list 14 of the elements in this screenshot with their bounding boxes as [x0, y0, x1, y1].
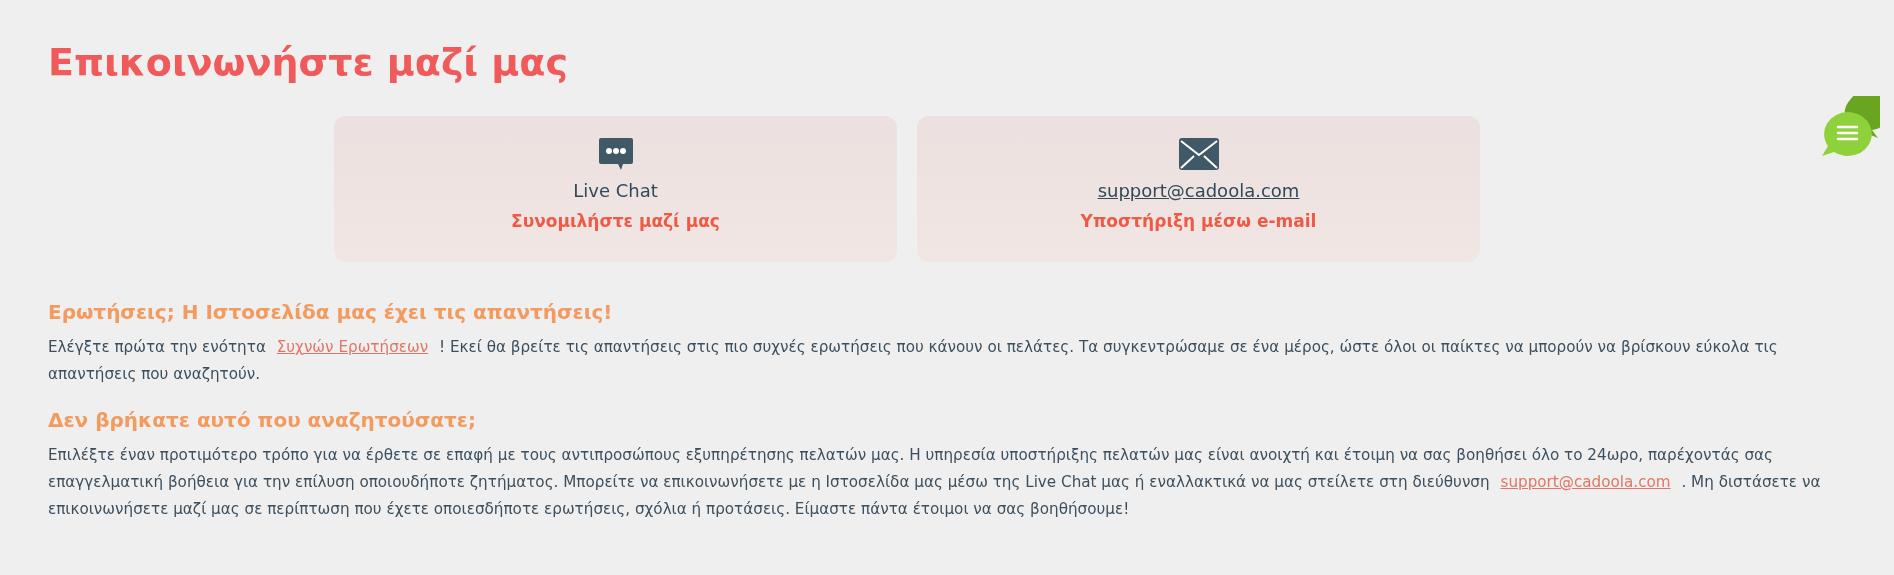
chat-widget-icon[interactable] [1820, 96, 1880, 158]
text-link[interactable]: support@cadoola.com [1500, 472, 1671, 491]
section-heading: Δεν βρήκατε αυτό που αναζητούσατε; [48, 407, 477, 432]
envelope-icon [1178, 137, 1219, 170]
section-heading: Ερωτήσεις; Η Ιστοσελίδα μας έχει τις απαντήσεις! [48, 299, 614, 324]
email-link[interactable]: support@cadoola.com [1097, 179, 1300, 201]
page-title: Επικοινωνήστε μαζί μας [48, 40, 569, 86]
text-link[interactable]: Συχνών Ερωτήσεων [276, 337, 429, 356]
card-caption: Συνομιλήστε μαζί μας [511, 210, 720, 231]
paragraph: Επιλέξτε έναν προτιμότερο τρόπο για να έρθετε σε επαφή με τους αντιπροσώπους εξυπηρέτησης πελατών μας. Η υπηρεσία υποστήριξης πελατών μας είναι ανοιχτή και έτοιμη να σας βοηθήσει όλο το 24ωρο, παρέχοντάς σας επαγγελματική βοήθεια για την επίλυση οποιουδήποτε ζητήματος. Μπορείτε να επικοινωνήσετε με η Ιστοσελίδα μας μέσω της Live Chat μας ή εναλλακτικά να μας στείλετε στη διεύθυνση support@cadoola.com . Μη διστάσετε να επικοινωνήσετε μαζί μας σε περίπτωση που έχετε οποιεσδήποτε ερωτήσεις, σχόλια ή προτάσεις. Είμαστε πάντα έτοιμοι να σας βοηθήσουμε! [48, 444, 1822, 520]
card-label: Live Chat [573, 179, 658, 201]
card-caption: Υποστήριξη μέσω e-mail [1080, 210, 1317, 231]
chat-bubble-icon [597, 135, 634, 172]
paragraph: Ελέγξτε πρώτα την ενότητα Συχνών Ερωτήσεων ! Εκεί θα βρείτε τις απαντήσεις στις πιο συχνές ερωτήσεις που κάνουν οι πελάτες. Τα συγκεντρώσαμε σε ένα μέρος, ώστε όλοι οι παίκτες να μπορούν να βρίσκουν εύκολα τις απαντήσεις που αναζητούν. [48, 336, 1779, 385]
